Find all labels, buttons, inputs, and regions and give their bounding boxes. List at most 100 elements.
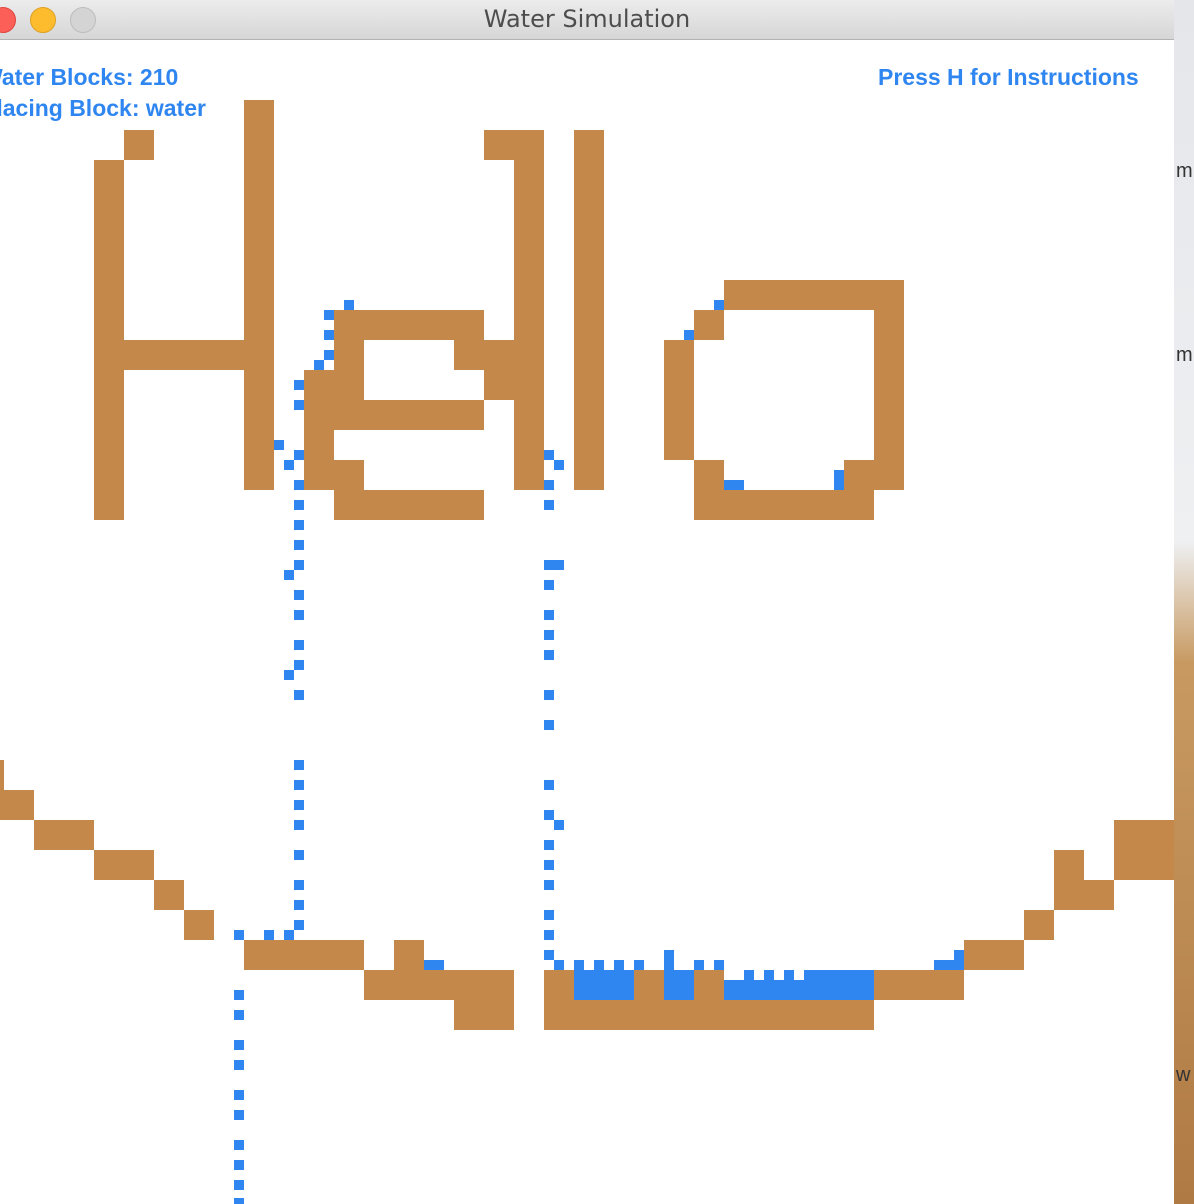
water-droplet bbox=[544, 880, 554, 890]
water-droplet bbox=[294, 450, 304, 460]
ground-block bbox=[34, 820, 94, 850]
water-droplet bbox=[554, 460, 564, 470]
ground-block bbox=[694, 970, 724, 1000]
water-pool bbox=[834, 470, 844, 490]
water-droplet bbox=[294, 880, 304, 890]
water-droplet bbox=[544, 650, 554, 660]
water-droplet bbox=[294, 540, 304, 550]
ground-block bbox=[574, 130, 604, 490]
ground-block bbox=[844, 460, 874, 490]
ground-block bbox=[364, 970, 514, 1000]
water-pool bbox=[424, 960, 444, 970]
water-droplet bbox=[234, 1060, 244, 1070]
water-pool bbox=[934, 960, 954, 970]
ground-block bbox=[154, 880, 184, 910]
water-droplet bbox=[294, 850, 304, 860]
water-droplet bbox=[294, 380, 304, 390]
water-droplet bbox=[314, 360, 324, 370]
water-droplet bbox=[544, 910, 554, 920]
app-window: Water Simulation Water Blocks: 210 Placi… bbox=[0, 0, 1174, 1204]
ground-block bbox=[304, 370, 364, 400]
water-droplet bbox=[544, 690, 554, 700]
ground-block bbox=[694, 490, 874, 520]
ground-block bbox=[1024, 910, 1054, 940]
water-droplet bbox=[694, 960, 704, 970]
water-droplet bbox=[234, 1160, 244, 1170]
water-droplet bbox=[294, 500, 304, 510]
ground-block bbox=[334, 490, 484, 520]
water-droplet bbox=[294, 780, 304, 790]
ground-block bbox=[184, 910, 214, 940]
water-droplet bbox=[544, 840, 554, 850]
water-droplet bbox=[544, 860, 554, 870]
ground-block bbox=[544, 970, 574, 1000]
water-droplet bbox=[294, 480, 304, 490]
water-droplet bbox=[544, 810, 554, 820]
water-droplet bbox=[294, 640, 304, 650]
desktop-fragment: m bbox=[1176, 160, 1193, 182]
ground-block bbox=[394, 940, 424, 970]
water-droplet bbox=[614, 960, 624, 970]
ground-block bbox=[244, 100, 274, 490]
water-pool bbox=[724, 480, 744, 490]
water-droplet bbox=[284, 460, 294, 470]
water-droplet bbox=[234, 990, 244, 1000]
water-droplet bbox=[344, 300, 354, 310]
water-droplet bbox=[294, 520, 304, 530]
desktop-fragment: m bbox=[1176, 344, 1193, 366]
water-droplet bbox=[294, 590, 304, 600]
water-droplet bbox=[714, 960, 724, 970]
ground-block bbox=[334, 310, 484, 340]
water-droplet bbox=[554, 820, 564, 830]
window-title: Water Simulation bbox=[483, 5, 691, 33]
water-droplet bbox=[294, 400, 304, 410]
ground-block bbox=[484, 130, 544, 160]
water-droplet bbox=[764, 970, 774, 980]
title-bar: Water Simulation bbox=[0, 0, 1174, 40]
water-droplet bbox=[594, 960, 604, 970]
ground-block bbox=[1114, 820, 1174, 880]
ground-block bbox=[0, 790, 34, 820]
ground-block bbox=[874, 970, 964, 1000]
water-pool bbox=[664, 970, 694, 1000]
simulation-grid[interactable] bbox=[0, 40, 1174, 1204]
water-droplet bbox=[744, 970, 754, 980]
water-droplet bbox=[294, 760, 304, 770]
water-pool bbox=[954, 950, 964, 970]
water-droplet bbox=[234, 930, 244, 940]
ground-block bbox=[634, 970, 664, 1000]
water-droplet bbox=[264, 930, 274, 940]
water-droplet bbox=[294, 660, 304, 670]
water-droplet bbox=[544, 630, 554, 640]
water-droplet bbox=[544, 480, 554, 490]
water-droplet bbox=[554, 560, 564, 570]
instructions-hint: Press H for Instructions bbox=[878, 64, 1139, 90]
water-droplet bbox=[544, 580, 554, 590]
ground-block bbox=[484, 370, 514, 400]
water-droplet bbox=[294, 690, 304, 700]
water-droplet bbox=[284, 930, 294, 940]
water-droplet bbox=[544, 720, 554, 730]
ground-block bbox=[304, 460, 364, 490]
ground-block bbox=[694, 460, 724, 490]
water-droplet bbox=[544, 930, 554, 940]
water-droplet bbox=[284, 670, 294, 680]
ground-block bbox=[454, 1000, 514, 1030]
water-droplet bbox=[544, 450, 554, 460]
water-droplet bbox=[544, 950, 554, 960]
water-droplet bbox=[554, 960, 564, 970]
ground-block bbox=[874, 310, 904, 490]
water-droplet bbox=[324, 310, 334, 320]
placing-block-indicator: Placing Block: water bbox=[0, 95, 206, 121]
water-droplet bbox=[234, 1090, 244, 1100]
ground-block bbox=[304, 430, 334, 460]
ground-block bbox=[94, 850, 154, 880]
ground-block bbox=[1054, 880, 1114, 910]
water-blocks-counter: Water Blocks: 210 bbox=[0, 64, 179, 90]
ground-block bbox=[694, 310, 724, 340]
water-droplet bbox=[324, 350, 334, 360]
water-droplet bbox=[234, 1110, 244, 1120]
ground-block bbox=[1054, 850, 1084, 880]
water-droplet bbox=[544, 780, 554, 790]
water-droplet bbox=[294, 560, 304, 570]
